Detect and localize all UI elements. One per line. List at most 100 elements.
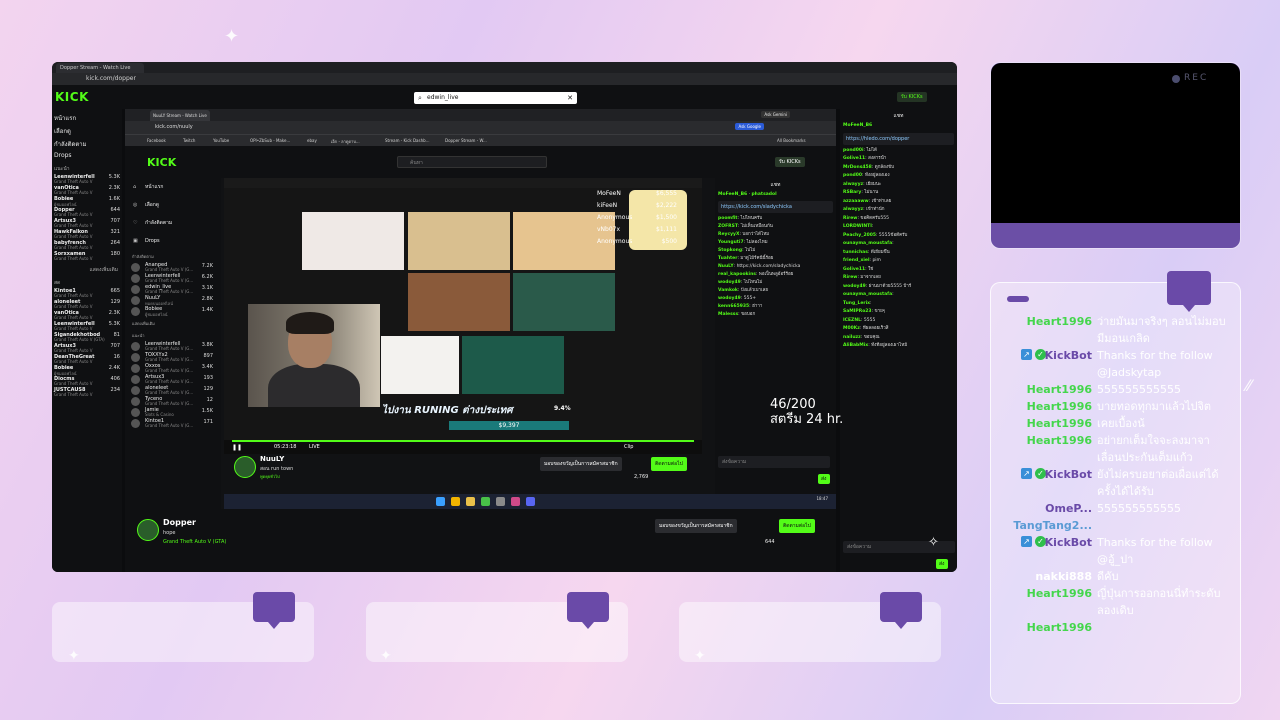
chat-username[interactable]: tunnichas xyxy=(843,250,868,255)
gifter-name[interactable]: MoFeeN_B6 xyxy=(843,123,872,128)
pause-icon[interactable]: ❚❚ xyxy=(232,444,242,451)
chat-username[interactable]: ounayma_moustafa xyxy=(843,292,892,297)
sidebar-channel[interactable]: edwin_live Grand Theft Auto V (G... 3.1K xyxy=(125,284,221,295)
sidebar-channel[interactable]: vanOtica Grand Theft Auto V 2.3K xyxy=(52,185,122,196)
chat-username[interactable]: ZOFRST xyxy=(718,224,738,229)
progress-bar[interactable] xyxy=(232,440,694,442)
bookmark-item[interactable]: Facebook xyxy=(147,138,166,143)
chat-username[interactable]: SaMIPRo23 xyxy=(843,309,872,314)
pinned-message[interactable]: https://kick.com/sladychicka xyxy=(718,201,833,213)
nav-home[interactable]: หน้าแรก xyxy=(52,109,122,122)
inner-nav-home[interactable]: ⌂ หน้าแรก xyxy=(125,178,221,196)
nav-drops[interactable]: Drops xyxy=(52,148,122,161)
kick-logo[interactable]: KICK xyxy=(147,156,176,169)
inner-address-bar[interactable]: kick.com/nuuly Ask Google xyxy=(125,121,836,134)
inner-get-kicks-button[interactable]: รับ KICKs xyxy=(775,157,805,167)
chat-username[interactable]: NuuLY xyxy=(718,264,734,269)
sidebar-channel[interactable]: Leenwinterfell Grand Theft Auto V 5.3K xyxy=(52,174,122,185)
inner-nav-following[interactable]: ♡ กำลังติดตาม xyxy=(125,214,221,232)
inner-show-more[interactable]: แสดงเพิ่มเติม xyxy=(125,317,221,329)
bookmark-item[interactable]: Stream - Kick Dashb... xyxy=(385,138,429,143)
avatar[interactable] xyxy=(234,456,256,478)
nav-following[interactable]: กำลังติดตาม xyxy=(52,135,122,148)
sidebar-channel[interactable]: Bobiee ผู้ชมออฟไลน์ 2.4K xyxy=(52,365,122,376)
chat-username[interactable]: RSBary xyxy=(843,190,861,195)
chat-username[interactable]: poomfit xyxy=(718,216,738,221)
chat-username[interactable]: AliBabMix xyxy=(843,343,868,348)
chrome-icon[interactable] xyxy=(451,497,460,506)
chat-username[interactable]: Tuahter xyxy=(718,256,737,261)
chat-username[interactable]: wodoy49 xyxy=(843,284,866,289)
bookmark-item[interactable]: Twitch xyxy=(183,138,195,143)
chat-username[interactable]: Tung_Lerix xyxy=(843,301,870,306)
search-input[interactable]: ⌕ edwin_live ✕ xyxy=(414,92,577,104)
chat-username[interactable]: Peachy_2005 xyxy=(843,233,876,238)
chat-input[interactable]: ส่งข้อความ xyxy=(718,456,830,468)
gift-sub-button[interactable]: มอบของขวัญเป็นการสมัครสมาชิก xyxy=(655,519,737,533)
gift-sub-button[interactable]: มอบของขวัญเป็นการสมัครสมาชิก xyxy=(540,457,622,471)
sidebar-channel[interactable]: Kintoe1 Grand Theft Auto V 665 xyxy=(52,288,122,299)
chat-username[interactable]: Malesss xyxy=(718,312,738,317)
folder-icon[interactable] xyxy=(466,497,475,506)
sidebar-channel[interactable]: Bobiee ผู้ชมออฟไลน์ 1.4K xyxy=(125,306,221,317)
chat-username[interactable]: LORDWINTI xyxy=(843,224,872,229)
chat-username[interactable]: Vamkok xyxy=(718,288,738,293)
sidebar-channel[interactable]: Sorxxamen Grand Theft Auto V 180 xyxy=(52,251,122,262)
sidebar-channel[interactable]: Leenwinterfell Grand Theft Auto V (G... 6.… xyxy=(125,273,221,284)
chat-username[interactable]: ounayma_moustafa xyxy=(843,241,892,246)
sidebar-channel[interactable]: Artsux3 Grand Theft Auto V 707 xyxy=(52,343,122,354)
chat-username[interactable]: azzaaaww xyxy=(843,199,869,204)
sidebar-channel[interactable]: vanOtica Grand Theft Auto V 2.3K xyxy=(52,310,122,321)
all-bookmarks[interactable]: All Bookmarks xyxy=(777,138,806,143)
get-kicks-button[interactable]: รับ KICKs xyxy=(897,92,927,102)
windows-start-icon[interactable] xyxy=(436,497,445,506)
sidebar-channel[interactable]: babyfrench Grand Theft Auto V 264 xyxy=(52,240,122,251)
sidebar-channel[interactable]: NuuLY หมดบนออฟไลน์ 2.8K xyxy=(125,295,221,306)
chat-username[interactable]: alwayyz xyxy=(843,182,863,187)
sidebar-channel[interactable]: HawkFalkon Grand Theft Auto V 321 xyxy=(52,229,122,240)
address-bar[interactable]: kick.com/dopper xyxy=(52,73,957,85)
chat-username[interactable]: nailuzz xyxy=(843,335,861,340)
sidebar-channel[interactable]: Jamie Slots & Casino 1.5K xyxy=(125,407,221,418)
chat-username[interactable]: MrDons458 xyxy=(843,165,872,170)
chat-username[interactable]: pond00 xyxy=(843,173,862,178)
chat-username[interactable]: wodoy49 xyxy=(718,296,741,301)
follow-button[interactable]: ติดตามต่อไป xyxy=(651,457,687,471)
ask-google-button[interactable]: Ask Google xyxy=(735,123,764,130)
streamer-name[interactable]: Dopper xyxy=(163,518,196,527)
gifter-name[interactable]: MoFeeN_B6 xyxy=(718,192,747,197)
chat-username[interactable]: Rirew xyxy=(843,275,857,280)
sidebar-channel[interactable]: Leenwinterfell Grand Theft Auto V (G... 3.… xyxy=(125,341,221,352)
chat-username[interactable]: ICEZNL xyxy=(843,318,861,323)
nav-browse[interactable]: เลือกดู xyxy=(52,122,122,135)
bookmark-item[interactable]: YouTube xyxy=(213,138,229,143)
bookmark-item[interactable]: OPI•ZbSub - Make... xyxy=(250,138,290,143)
sidebar-channel[interactable]: Artsux3 Grand Theft Auto V (G... 193 xyxy=(125,374,221,385)
kick-logo[interactable]: KICK xyxy=(55,90,89,104)
inner-nav-browse[interactable]: ◎ เลือกดู xyxy=(125,196,221,214)
bookmark-item[interactable]: เอ็ก - ลาดูดาบ... xyxy=(331,138,360,145)
stream-category[interactable]: Grand Theft Auto V (GTA) xyxy=(163,539,226,545)
ask-gemini-button[interactable]: Ask Gemini xyxy=(761,111,790,118)
stream-category[interactable]: พูดคุยทั่วไป xyxy=(260,473,280,480)
inner-search-input[interactable]: ค้นหา xyxy=(397,156,547,168)
clip-button[interactable]: Clip xyxy=(624,444,633,450)
sidebar-channel[interactable]: DeanTheGreat Grand Theft Auto V 16 xyxy=(52,354,122,365)
streamer-name[interactable]: NuuLY xyxy=(260,455,284,463)
sidebar-channel[interactable]: Diocms Grand Theft Auto V 406 xyxy=(52,376,122,387)
chat-username[interactable]: real_kapookins xyxy=(718,272,756,277)
sidebar-channel[interactable]: Artsux3 Grand Theft Auto V 707 xyxy=(52,218,122,229)
show-more-link[interactable]: แสดงเพิ่มเติม xyxy=(52,262,122,275)
sidebar-channel[interactable]: Leenwinterfell Grand Theft Auto V 5.3K xyxy=(52,321,122,332)
chat-username[interactable]: friend_xiel xyxy=(843,258,870,263)
chat-send-button[interactable]: ส่ง xyxy=(936,559,948,569)
sidebar-channel[interactable]: Tyceno Grand Theft Auto V (G... 12 xyxy=(125,396,221,407)
sidebar-channel[interactable]: aloneleet Grand Theft Auto V (G... 129 xyxy=(125,385,221,396)
sidebar-channel[interactable]: Kintoe1 Grand Theft Auto V (G... 171 xyxy=(125,418,221,429)
avatar[interactable] xyxy=(137,519,159,541)
inner-nav-drops[interactable]: ▣ Drops xyxy=(125,232,221,250)
sidebar-channel[interactable]: Oxxos Grand Theft Auto V (G... 3.4K xyxy=(125,363,221,374)
chat-username[interactable]: ReycyyX xyxy=(718,232,739,237)
video-player[interactable]: MoFeeN $6,555 kiFeeN $2,222 Anonymous $1,500 v… xyxy=(224,178,702,440)
discord-icon[interactable] xyxy=(526,497,535,506)
